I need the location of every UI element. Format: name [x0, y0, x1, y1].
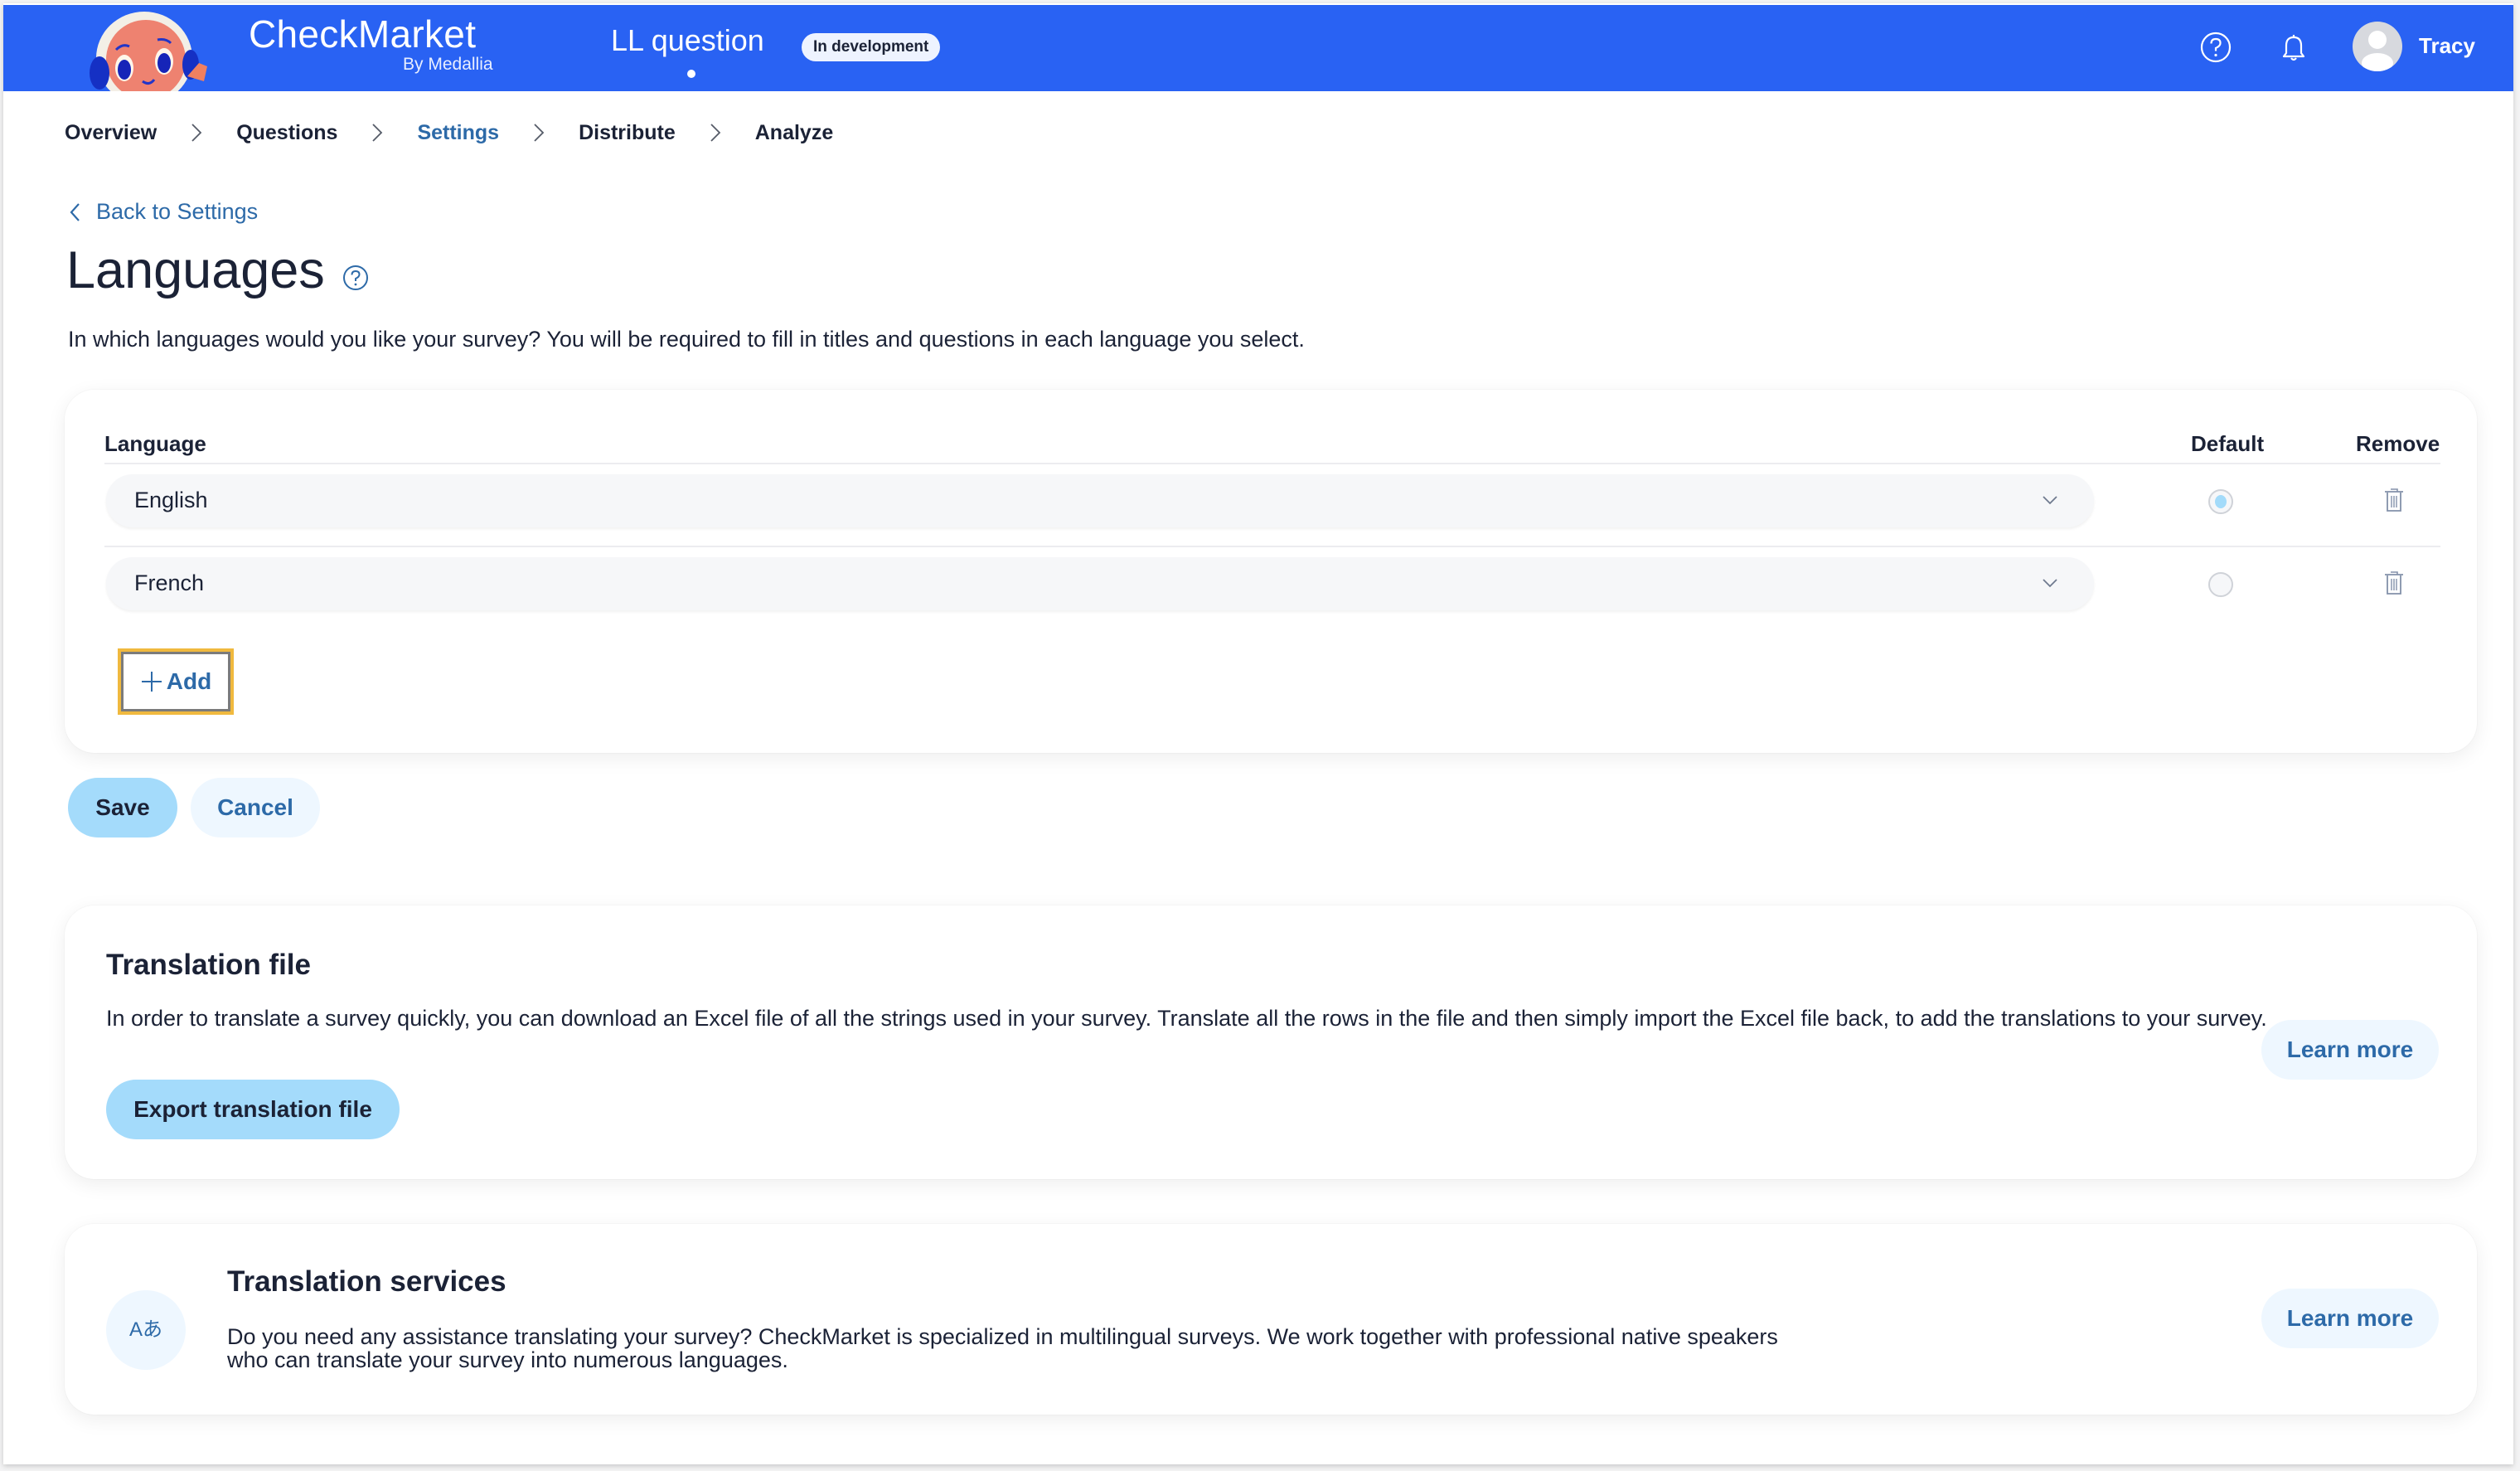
column-header-language: Language — [104, 431, 206, 456]
row-divider — [104, 463, 2440, 464]
help-icon[interactable] — [2198, 30, 2233, 65]
translation-services-card: Aあ Translation services Do you need any … — [65, 1224, 2477, 1415]
breadcrumb-distribute[interactable]: Distribute — [579, 121, 676, 145]
chevron-down-icon — [2043, 579, 2057, 588]
translation-file-card: Translation file In order to translate a… — [65, 905, 2477, 1179]
brand-name: CheckMarket — [249, 12, 477, 56]
trash-icon[interactable] — [2383, 487, 2405, 513]
top-navigation-bar: CheckMarket By Medallia LL question In d… — [3, 5, 2513, 91]
chevron-right-icon — [710, 124, 721, 142]
chevron-right-icon — [534, 124, 545, 142]
unsaved-indicator-dot — [687, 70, 695, 78]
language-select-value: French — [134, 570, 205, 595]
back-link-label: Back to Settings — [96, 199, 259, 224]
user-silhouette-icon — [2362, 31, 2393, 71]
breadcrumb-settings[interactable]: Settings — [417, 121, 499, 145]
app-window: CheckMarket By Medallia LL question In d… — [3, 3, 2513, 1464]
status-badge: In development — [802, 33, 941, 61]
user-avatar[interactable] — [2353, 22, 2402, 71]
breadcrumb: Overview Questions Settings Distribute A… — [65, 116, 833, 149]
translation-services-title: Translation services — [227, 1265, 506, 1298]
column-header-remove: Remove — [2356, 431, 2440, 456]
language-select[interactable]: French — [106, 557, 2094, 610]
user-name[interactable]: Tracy — [2419, 33, 2475, 59]
default-language-radio[interactable] — [2208, 572, 2233, 597]
learn-more-button[interactable]: Learn more — [2261, 1020, 2439, 1080]
languages-card: Language Default Remove English French A… — [65, 390, 2477, 753]
trash-icon[interactable] — [2383, 570, 2405, 596]
translate-icon: Aあ — [106, 1290, 186, 1370]
language-select[interactable]: English — [106, 474, 2094, 527]
breadcrumb-overview[interactable]: Overview — [65, 121, 157, 145]
breadcrumb-analyze[interactable]: Analyze — [755, 121, 833, 145]
plus-icon — [141, 672, 162, 692]
chevron-down-icon — [2043, 496, 2057, 505]
chevron-right-icon — [372, 124, 383, 142]
chevron-left-icon — [70, 202, 80, 221]
breadcrumb-questions[interactable]: Questions — [236, 121, 337, 145]
brand-subtitle: By Medallia — [403, 55, 493, 74]
page-description: In which languages would you like your s… — [68, 327, 1305, 352]
default-language-radio[interactable] — [2208, 489, 2233, 514]
back-to-settings-link[interactable]: Back to Settings — [68, 199, 258, 225]
checkmarket-mascot-logo[interactable] — [75, 5, 216, 91]
translation-services-description: Do you need any assistance translating y… — [227, 1324, 1778, 1372]
translation-file-description: In order to translate a survey quickly, … — [106, 1006, 2267, 1031]
page-title: Languages — [66, 241, 325, 299]
learn-more-button[interactable]: Learn more — [2261, 1289, 2439, 1348]
add-language-button[interactable]: Add — [118, 648, 234, 715]
translation-file-title: Translation file — [106, 949, 311, 981]
cancel-button[interactable]: Cancel — [191, 778, 320, 837]
save-button[interactable]: Save — [68, 778, 177, 837]
column-header-default: Default — [2191, 431, 2265, 456]
row-divider — [104, 546, 2440, 547]
export-translation-file-button[interactable]: Export translation file — [106, 1080, 400, 1139]
help-icon[interactable] — [342, 264, 370, 292]
survey-title[interactable]: LL question — [611, 23, 764, 58]
language-select-value: English — [134, 488, 208, 512]
add-button-label: Add — [166, 668, 212, 694]
notifications-bell-icon[interactable] — [2276, 30, 2311, 65]
chevron-right-icon — [191, 124, 202, 142]
